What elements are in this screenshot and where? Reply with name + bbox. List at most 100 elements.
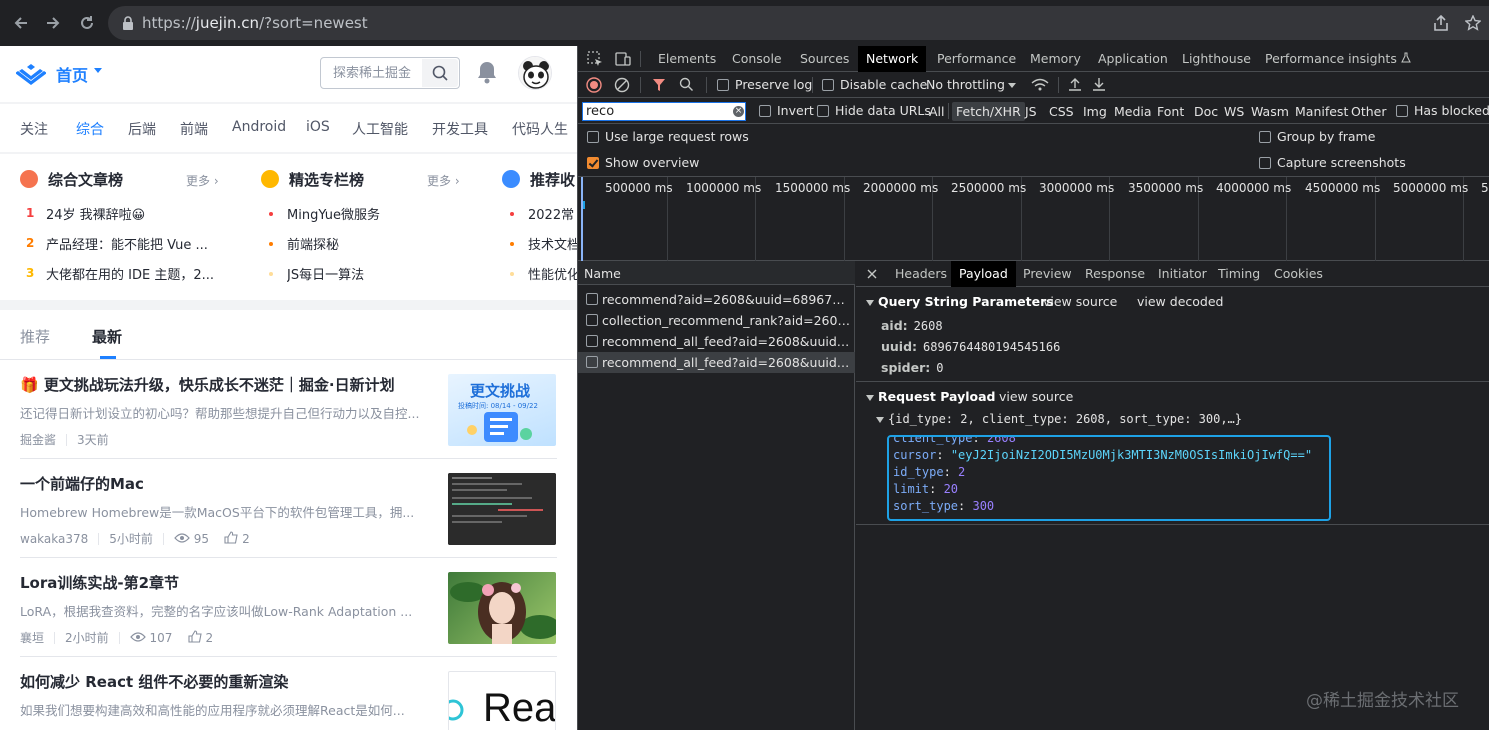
large-rows-checkbox[interactable]: [587, 131, 599, 143]
category-tab[interactable]: 开发工具: [432, 119, 488, 139]
bell-icon[interactable]: [476, 60, 498, 84]
devtools-tab-console[interactable]: Console: [724, 46, 790, 72]
address-bar[interactable]: https://juejin.cn/?sort=newest: [108, 6, 1489, 40]
devtools-tab-performance-insights[interactable]: Performance insights: [1257, 46, 1419, 72]
type-filter-font[interactable]: Font: [1153, 102, 1188, 121]
query-params-header[interactable]: Query String Parameters: [866, 294, 1054, 309]
devtools-tab-lighthouse[interactable]: Lighthouse: [1174, 46, 1259, 72]
article-author[interactable]: wakaka378: [20, 532, 88, 546]
name-column-header[interactable]: Name: [578, 261, 855, 285]
article-title[interactable]: 一个前端仔的Mac: [20, 473, 430, 494]
devtools-tab-sources[interactable]: Sources: [792, 46, 857, 72]
article-item[interactable]: 如何减少 React 组件不必要的重新渲染 如果我们想要构建高效和高性能的应用程…: [0, 657, 577, 730]
type-filter-media[interactable]: Media: [1110, 102, 1156, 121]
download-icon[interactable]: [1092, 77, 1106, 92]
article-thumbnail[interactable]: 更文挑战 投稿时间: 08/14 - 09/22: [448, 374, 556, 446]
clear-icon[interactable]: [614, 77, 630, 93]
article-item[interactable]: 一个前端仔的Mac Homebrew Homebrew是一款MacOS平台下的软…: [0, 459, 577, 558]
juejin-logo-icon[interactable]: [16, 62, 46, 86]
devtools-tab-application[interactable]: Application: [1090, 46, 1176, 72]
rank-more-link[interactable]: 更多 ›: [186, 172, 219, 189]
type-filter-css[interactable]: CSS: [1045, 102, 1078, 121]
chevron-down-icon[interactable]: [94, 68, 102, 73]
type-filter-js[interactable]: JS: [1021, 102, 1041, 121]
throttling-select[interactable]: No throttling: [926, 77, 1005, 92]
group-by-frame-checkbox[interactable]: [1259, 131, 1271, 143]
article-thumbnail[interactable]: [448, 473, 556, 545]
query-view-source-link[interactable]: view source: [1043, 294, 1117, 309]
detail-tab-response[interactable]: Response: [1077, 261, 1153, 287]
devtools-tab-performance[interactable]: Performance: [929, 46, 1024, 72]
close-icon[interactable]: [866, 268, 878, 280]
invert-checkbox[interactable]: [759, 105, 771, 117]
request-row-selected[interactable]: recommend_all_feed?aid=2608&uuid=6896...: [578, 352, 855, 373]
category-tab[interactable]: 人工智能: [352, 119, 408, 139]
preserve-log-checkbox[interactable]: [717, 79, 729, 91]
rank-item[interactable]: 2 产品经理：能不能把 Vue ...: [20, 234, 230, 254]
show-overview-checkbox[interactable]: [587, 157, 599, 169]
home-nav-label[interactable]: 首页: [56, 62, 88, 86]
rank-item[interactable]: 性能优化: [502, 264, 577, 284]
request-row[interactable]: recommend_all_feed?aid=2608&uuid=6896...: [578, 331, 855, 352]
thumbs-up-icon[interactable]: [188, 629, 202, 646]
search-icon[interactable]: [679, 77, 694, 92]
article-author[interactable]: 掘金酱: [20, 431, 56, 448]
back-button[interactable]: [4, 6, 38, 40]
type-filter-doc[interactable]: Doc: [1190, 102, 1222, 121]
type-filter-wasm[interactable]: Wasm: [1247, 102, 1293, 121]
inspect-element-icon[interactable]: [586, 50, 604, 68]
rank-item[interactable]: 2022常: [502, 204, 577, 224]
filter-input[interactable]: [582, 102, 746, 121]
category-tab[interactable]: 前端: [180, 119, 208, 139]
category-tab[interactable]: 代码人生: [512, 119, 568, 139]
detail-tab-payload[interactable]: Payload: [951, 261, 1016, 287]
devtools-tab-network[interactable]: Network: [858, 46, 927, 72]
article-item[interactable]: Lora训练实战-第2章节 LoRA，根据我查资料，完整的名字应该叫做Low-R…: [0, 558, 577, 657]
has-blocked-cookies-checkbox[interactable]: [1396, 105, 1408, 117]
rank-item[interactable]: JS每日一算法: [261, 264, 471, 284]
payload-view-source-link[interactable]: view source: [999, 389, 1073, 404]
article-title[interactable]: Lora训练实战-第2章节: [20, 572, 430, 593]
request-row[interactable]: recommend?aid=2608&uuid=68967644801...: [578, 289, 855, 310]
detail-tab-cookies[interactable]: Cookies: [1266, 261, 1331, 287]
type-filter-other[interactable]: Other: [1347, 102, 1391, 121]
category-tab-active[interactable]: 综合: [76, 119, 104, 139]
rank-item[interactable]: 前端探秘: [261, 234, 471, 254]
view-decoded-link[interactable]: view decoded: [1137, 294, 1223, 309]
detail-tab-headers[interactable]: Headers: [887, 261, 955, 287]
type-filter-img[interactable]: Img: [1079, 102, 1111, 121]
type-filter-all[interactable]: All: [925, 102, 949, 121]
article-author[interactable]: 襄垣: [20, 629, 44, 646]
device-toolbar-icon[interactable]: [614, 50, 632, 68]
type-filter-manifest[interactable]: Manifest: [1291, 102, 1352, 121]
upload-icon[interactable]: [1068, 77, 1082, 92]
category-tab[interactable]: 关注: [20, 119, 48, 139]
hide-data-urls-checkbox[interactable]: [817, 105, 829, 117]
detail-tab-preview[interactable]: Preview: [1015, 261, 1080, 287]
expand-triangle-icon[interactable]: [876, 416, 884, 423]
network-conditions-icon[interactable]: [1031, 78, 1049, 92]
clear-filter-icon[interactable]: ×: [733, 106, 744, 117]
article-item[interactable]: 🎁 更文挑战玩法升级，快乐成长不迷茫｜掘金·日新计划 还记得日新计划设立的初心吗…: [0, 360, 577, 459]
filter-icon[interactable]: [652, 78, 666, 92]
bookmark-button[interactable]: [1458, 8, 1488, 38]
rank-item[interactable]: 技术文档: [502, 234, 577, 254]
share-button[interactable]: [1426, 8, 1456, 38]
request-checkbox[interactable]: [586, 356, 598, 368]
detail-tab-initiator[interactable]: Initiator: [1150, 261, 1215, 287]
devtools-tab-memory[interactable]: Memory: [1022, 46, 1089, 72]
forward-button[interactable]: [36, 6, 70, 40]
category-tab[interactable]: Android: [232, 119, 286, 135]
type-filter-ws[interactable]: WS: [1220, 102, 1248, 121]
disable-cache-checkbox[interactable]: [822, 79, 834, 91]
category-tab[interactable]: iOS: [306, 119, 330, 135]
category-tab[interactable]: 后端: [128, 119, 156, 139]
record-stop-icon[interactable]: [586, 77, 602, 93]
rank-item[interactable]: 1 24岁 我裸辞啦😀: [20, 204, 230, 224]
site-search-input[interactable]: [321, 58, 421, 88]
request-row[interactable]: collection_recommend_rank?aid=2608&uui..…: [578, 310, 855, 331]
thumbs-up-icon[interactable]: [224, 530, 238, 547]
devtools-tab-elements[interactable]: Elements: [650, 46, 724, 72]
site-search-button[interactable]: [422, 59, 458, 87]
article-title[interactable]: 🎁 更文挑战玩法升级，快乐成长不迷茫｜掘金·日新计划: [20, 374, 430, 395]
